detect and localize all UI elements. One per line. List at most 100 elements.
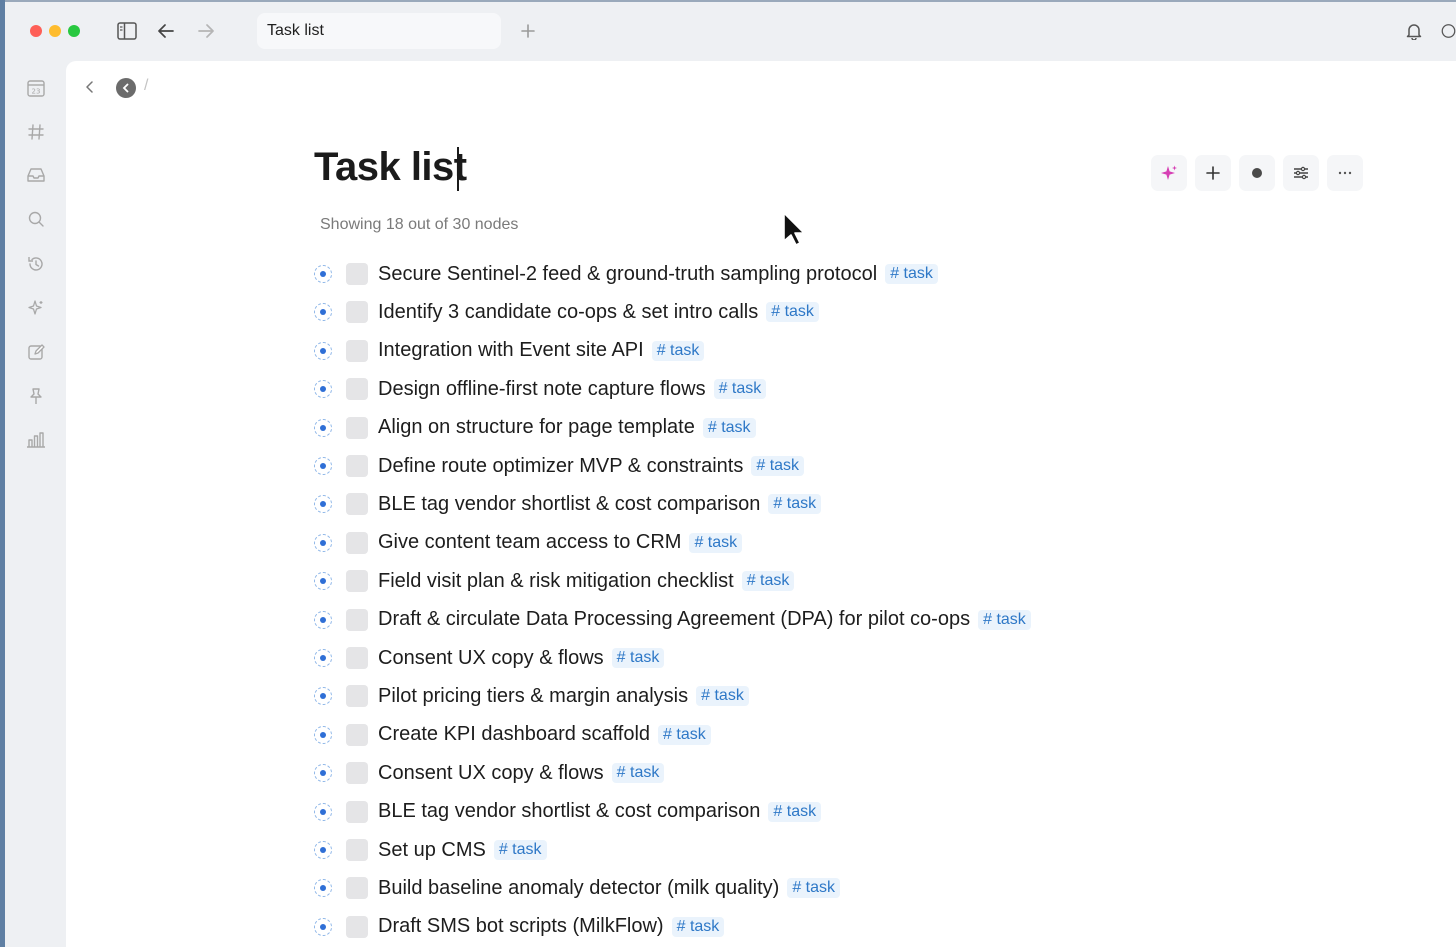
task-title[interactable]: BLE tag vendor shortlist & cost comparis…	[378, 800, 760, 823]
bullet-icon[interactable]	[314, 495, 332, 514]
task-row[interactable]: BLE tag vendor shortlist & cost comparis…	[314, 797, 822, 827]
bullet-icon[interactable]	[314, 418, 332, 437]
task-checkbox[interactable]	[346, 570, 368, 593]
calendar-icon[interactable]: 23	[24, 76, 48, 100]
task-row[interactable]: Draft & circulate Data Processing Agreem…	[314, 605, 1031, 635]
task-row[interactable]: Consent UX copy & flows # task	[314, 758, 665, 788]
edit-icon[interactable]	[24, 340, 48, 364]
task-row[interactable]: Align on structure for page template # ta…	[314, 413, 756, 443]
forward-arrow-icon[interactable]	[193, 18, 219, 44]
page-title[interactable]: Task list	[314, 145, 467, 190]
task-checkbox[interactable]	[346, 762, 368, 785]
bullet-icon[interactable]	[314, 687, 332, 706]
task-row[interactable]: Identify 3 candidate co-ops & set intro …	[314, 297, 819, 327]
task-checkbox[interactable]	[346, 493, 368, 516]
bullet-icon[interactable]	[314, 764, 332, 783]
bullet-icon[interactable]	[314, 879, 332, 898]
account-icon[interactable]	[1441, 18, 1456, 44]
task-checkbox[interactable]	[346, 263, 368, 285]
task-row[interactable]: BLE tag vendor shortlist & cost comparis…	[314, 489, 822, 519]
task-title[interactable]: Field visit plan & risk mitigation check…	[378, 570, 734, 593]
bullet-icon[interactable]	[314, 341, 332, 360]
sidebar-toggle-icon[interactable]	[114, 18, 140, 44]
task-row[interactable]: Integration with Event site API # task	[314, 336, 705, 366]
task-tag[interactable]: # task	[768, 494, 822, 515]
task-tag[interactable]: # task	[696, 686, 749, 707]
task-row[interactable]: Consent UX copy & flows # task	[314, 643, 665, 673]
task-row[interactable]: Build baseline anomaly detector (milk qu…	[314, 873, 840, 903]
task-checkbox[interactable]	[346, 839, 368, 861]
task-title[interactable]: Consent UX copy & flows	[378, 762, 604, 785]
task-checkbox[interactable]	[346, 339, 368, 362]
bell-icon[interactable]	[1401, 18, 1427, 44]
bullet-icon[interactable]	[314, 725, 332, 744]
task-title[interactable]: Align on structure for page template	[378, 416, 695, 439]
task-title[interactable]: Integration with Event site API	[378, 339, 644, 362]
task-title[interactable]: Give content team access to CRM	[378, 531, 681, 554]
task-row[interactable]: Draft SMS bot scripts (MilkFlow) # task	[314, 912, 725, 942]
task-tag[interactable]: # task	[658, 724, 711, 745]
hashtag-icon[interactable]	[24, 120, 48, 144]
filter-button[interactable]	[1283, 155, 1319, 191]
more-options-button[interactable]	[1327, 155, 1363, 191]
bullet-icon[interactable]	[314, 841, 332, 859]
search-icon[interactable]	[24, 207, 48, 231]
zoom-window-button[interactable]	[68, 25, 80, 37]
bullet-icon[interactable]	[314, 917, 332, 936]
sparkle-icon[interactable]	[24, 296, 48, 320]
task-tag[interactable]: # task	[651, 340, 705, 361]
task-row[interactable]: Pilot pricing tiers & margin analysis # t…	[314, 681, 749, 711]
task-row[interactable]: Define route optimizer MVP & constraints…	[314, 451, 805, 481]
task-checkbox[interactable]	[346, 608, 368, 631]
task-title[interactable]: Identify 3 candidate co-ops & set intro …	[378, 301, 758, 324]
chart-icon[interactable]	[24, 428, 48, 452]
task-title[interactable]: Draft SMS bot scripts (MilkFlow)	[378, 915, 664, 938]
history-icon[interactable]	[24, 252, 48, 276]
task-row[interactable]: Give content team access to CRM # task	[314, 528, 743, 558]
task-checkbox[interactable]	[346, 915, 368, 938]
task-title[interactable]: Define route optimizer MVP & constraints	[378, 455, 743, 478]
tab-task-list[interactable]: Task list	[257, 13, 501, 49]
task-tag[interactable]: # task	[611, 648, 665, 668]
task-checkbox[interactable]	[346, 301, 368, 324]
task-tag[interactable]: # task	[493, 840, 547, 860]
task-title[interactable]: Secure Sentinel-2 feed & ground-truth sa…	[378, 263, 877, 286]
task-tag[interactable]: # task	[766, 302, 819, 323]
task-checkbox[interactable]	[346, 378, 368, 401]
task-row[interactable]: Create KPI dashboard scaffold # task	[314, 720, 711, 750]
task-tag[interactable]: # task	[689, 532, 743, 553]
add-button[interactable]	[1195, 155, 1231, 191]
task-tag[interactable]: # task	[768, 801, 822, 822]
task-title[interactable]: Set up CMS	[378, 839, 486, 862]
task-tag[interactable]: # task	[978, 609, 1031, 630]
new-tab-button[interactable]	[515, 18, 541, 44]
task-row[interactable]: Secure Sentinel-2 feed & ground-truth sa…	[314, 259, 938, 289]
task-tag[interactable]: # task	[671, 916, 725, 937]
bullet-icon[interactable]	[314, 802, 332, 821]
close-window-button[interactable]	[30, 25, 42, 37]
task-title[interactable]: Pilot pricing tiers & margin analysis	[378, 685, 688, 708]
bullet-icon[interactable]	[314, 533, 332, 552]
task-checkbox[interactable]	[346, 723, 368, 746]
task-tag[interactable]: # task	[741, 571, 795, 592]
chevron-left-icon[interactable]	[82, 77, 98, 97]
task-checkbox[interactable]	[346, 531, 368, 554]
task-title[interactable]: Consent UX copy & flows	[378, 647, 604, 670]
task-title[interactable]: Draft & circulate Data Processing Agreem…	[378, 608, 970, 631]
task-title[interactable]: BLE tag vendor shortlist & cost comparis…	[378, 493, 760, 516]
task-row[interactable]: Design offline-first note capture flows #…	[314, 374, 767, 404]
bullet-icon[interactable]	[314, 303, 332, 322]
bullet-icon[interactable]	[314, 380, 332, 399]
task-title[interactable]: Create KPI dashboard scaffold	[378, 723, 650, 746]
back-arrow-icon[interactable]	[153, 18, 179, 44]
pin-icon[interactable]	[24, 384, 48, 408]
ai-sparkle-button[interactable]	[1151, 155, 1187, 191]
task-tag[interactable]: # task	[751, 456, 805, 476]
task-tag[interactable]: # task	[885, 264, 938, 284]
bullet-icon[interactable]	[314, 649, 332, 667]
task-checkbox[interactable]	[346, 416, 368, 439]
task-title[interactable]: Build baseline anomaly detector (milk qu…	[378, 877, 779, 900]
task-checkbox[interactable]	[346, 647, 368, 669]
bullet-icon[interactable]	[314, 572, 332, 591]
task-tag[interactable]: # task	[787, 878, 840, 899]
